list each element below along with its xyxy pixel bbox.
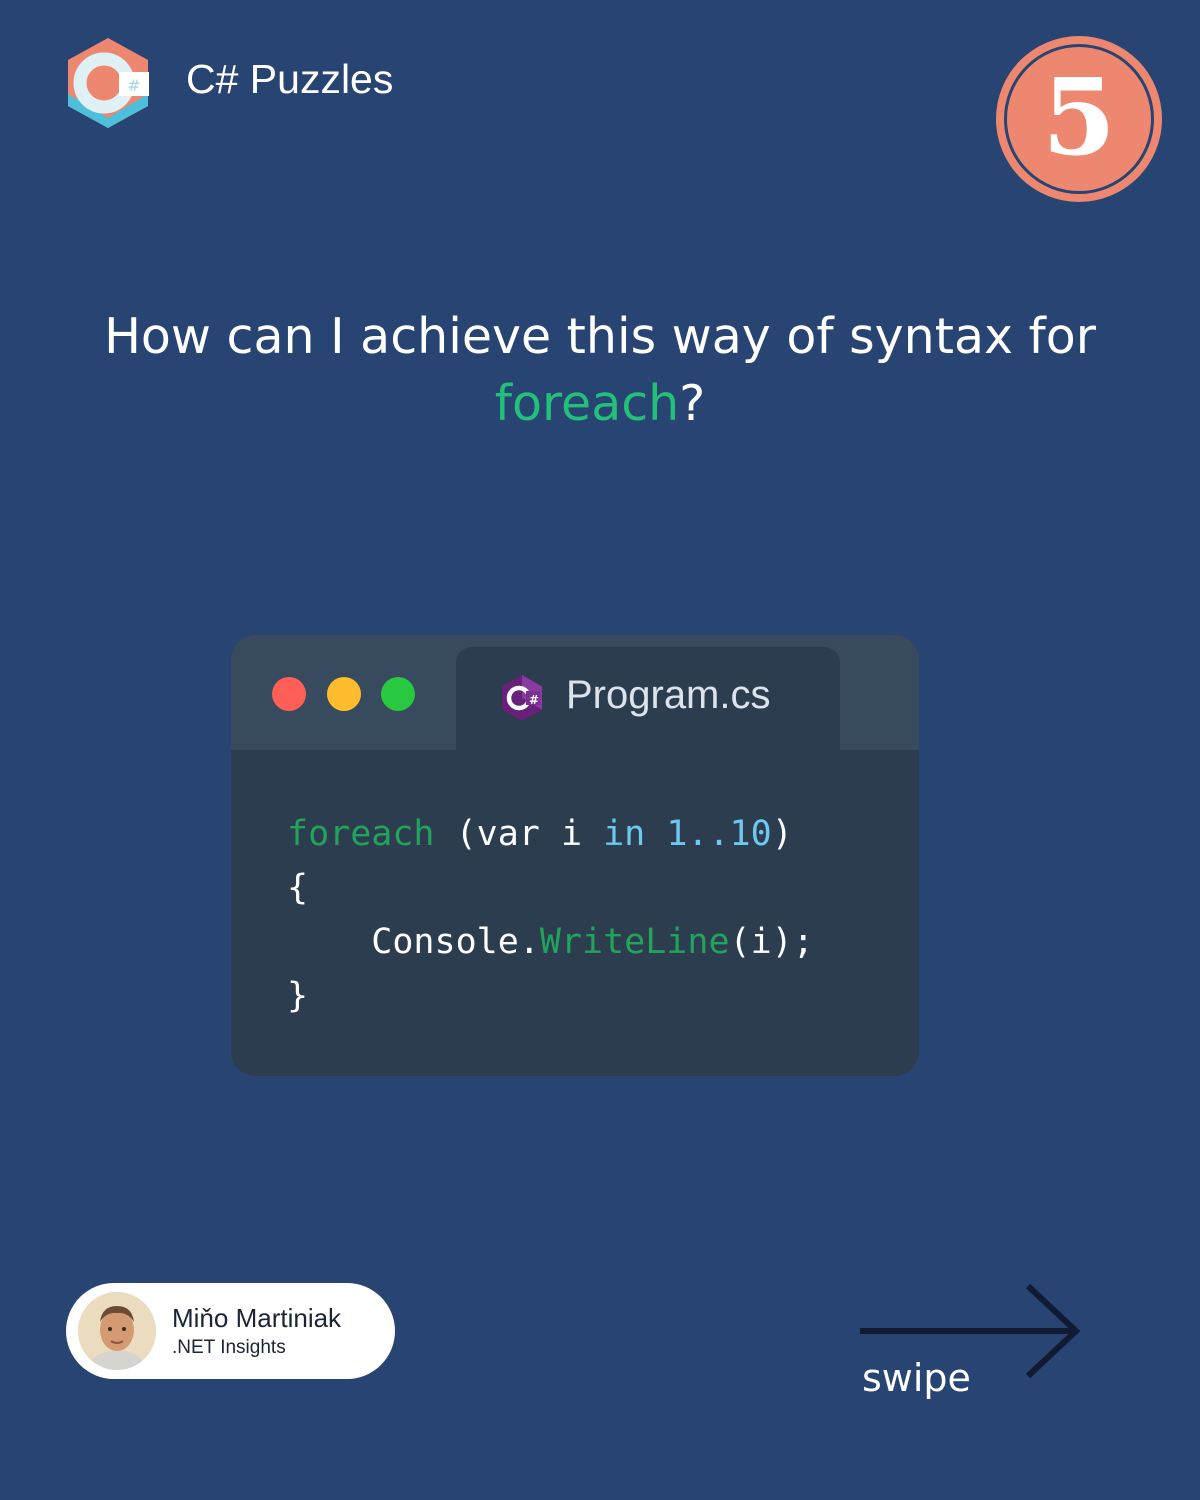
file-tab-label: Program.cs: [566, 673, 771, 717]
csharp-file-icon: #: [502, 675, 542, 721]
author-name: Miňo Martiniak: [172, 1303, 342, 1333]
code-call-args: (i);: [729, 922, 814, 962]
code-keyword-in: in: [603, 814, 646, 854]
close-dot-icon: [272, 677, 306, 711]
code-open-brace: {: [287, 868, 309, 908]
question-text: How can I achieve this way of syntax for…: [100, 303, 1100, 437]
swipe-label[interactable]: swipe: [862, 1356, 971, 1400]
svg-text:#: #: [529, 693, 539, 707]
question-text-start: How can I achieve this way of syntax for: [104, 308, 1096, 365]
code-window: # Program.cs foreach (var i in 1..10) { …: [231, 635, 919, 1076]
svg-text:#: #: [127, 76, 140, 95]
code-close-brace: }: [287, 976, 309, 1016]
author-photo-icon: [78, 1292, 156, 1370]
file-tab[interactable]: # Program.cs: [456, 647, 840, 757]
question-accent-word: foreach: [494, 375, 680, 432]
code-block: foreach (var i in 1..10) { Console.Write…: [287, 807, 814, 1023]
puzzle-number: 5: [1042, 54, 1116, 179]
code-keyword-foreach: foreach: [287, 814, 435, 854]
author-avatar: [78, 1292, 156, 1370]
code-text: (var i: [434, 814, 604, 854]
maximize-dot-icon: [381, 677, 415, 711]
minimize-dot-icon: [327, 677, 361, 711]
code-console: Console.: [287, 922, 540, 962]
code-method-name: WriteLine: [539, 922, 730, 962]
code-text: ): [771, 814, 793, 854]
code-range-literal: 1..10: [645, 814, 772, 854]
author-card[interactable]: Miňo Martiniak .NET Insights: [66, 1283, 395, 1379]
csharp-logo-icon: #: [68, 38, 149, 128]
window-titlebar: # Program.cs: [231, 635, 919, 757]
question-text-end: ?: [679, 375, 706, 432]
author-subtitle: .NET Insights: [172, 1337, 286, 1358]
brand-title: C# Puzzles: [186, 56, 394, 102]
puzzle-number-badge: 5: [996, 36, 1162, 202]
